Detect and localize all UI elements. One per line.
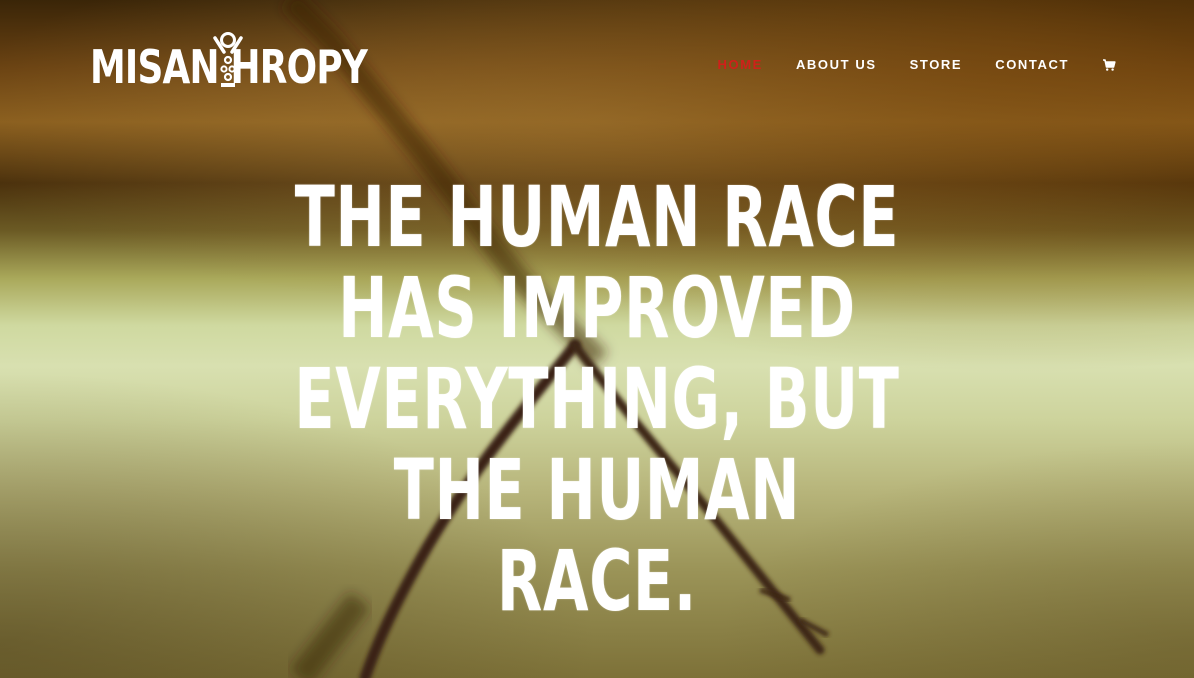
hero-section: MISAN HROPY HOME ABOUT US STORE CONTACT … bbox=[0, 0, 1194, 678]
nav-link-contact[interactable]: CONTACT bbox=[995, 56, 1069, 74]
headline-line: THE HUMAN RACE bbox=[294, 168, 900, 266]
nav-link-store[interactable]: STORE bbox=[910, 56, 963, 74]
main-navigation: HOME ABOUT US STORE CONTACT bbox=[718, 56, 1116, 74]
nav-link-about-us[interactable]: ABOUT US bbox=[796, 56, 877, 74]
site-logo[interactable]: MISAN HROPY bbox=[90, 30, 445, 92]
headline-line: EVERYTHING, BUT bbox=[294, 350, 900, 448]
cart-icon[interactable] bbox=[1102, 58, 1116, 72]
nav-link-home[interactable]: HOME bbox=[718, 56, 763, 74]
headline-line: RACE. bbox=[497, 532, 697, 630]
figure-emblem-icon bbox=[213, 32, 243, 87]
hero-headline: THE HUMAN RACE HAS IMPROVED EVERYTHING, … bbox=[0, 172, 1194, 627]
headline-line: THE HUMAN bbox=[393, 441, 801, 539]
headline-line: HAS IMPROVED bbox=[338, 259, 856, 357]
